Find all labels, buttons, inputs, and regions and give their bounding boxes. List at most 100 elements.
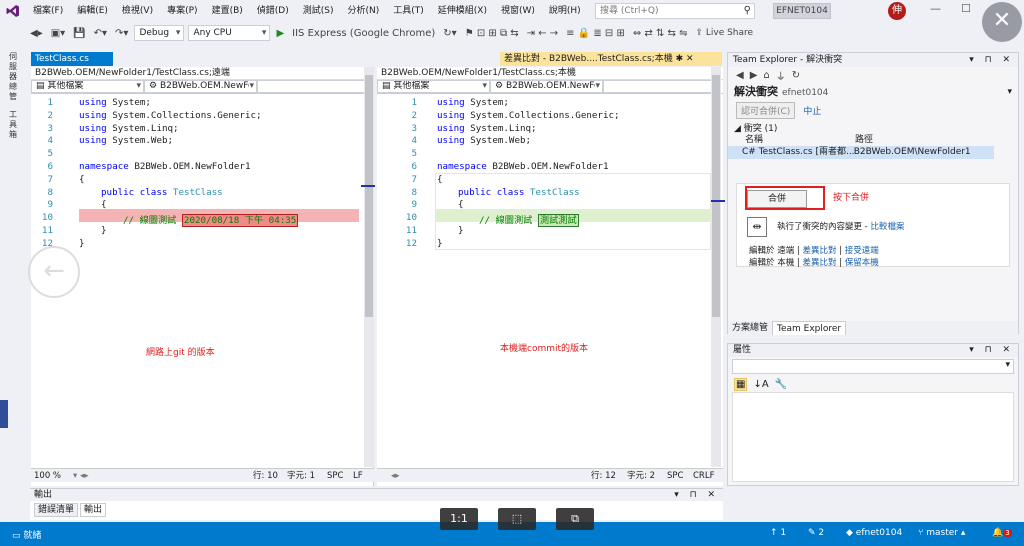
right-type-select[interactable]: ⚙ B2BWeb.OEM.NewFo bbox=[490, 80, 603, 93]
menu-tools[interactable]: 工具(T) bbox=[386, 0, 431, 22]
repo-name[interactable]: ◆ efnet0104 bbox=[846, 528, 902, 538]
wrench-icon[interactable]: 🔧 bbox=[775, 379, 787, 390]
diff-options-icons[interactable]: ≡ 🔒 ≣ ⊟ ⊞ bbox=[564, 28, 627, 39]
accept-merge-button[interactable]: 認可合併(C) bbox=[736, 101, 796, 119]
panel-pin-icons[interactable]: ▾ ⊓ ✕ bbox=[969, 344, 1014, 357]
plug-icon[interactable]: ⏚ bbox=[776, 68, 786, 83]
right-member-select[interactable] bbox=[603, 80, 721, 93]
format-icons[interactable]: ⇔ ⇄ ⇅ ⇆ ⇋ bbox=[631, 28, 690, 39]
expand-icon: ◢ bbox=[734, 124, 744, 134]
menu-project[interactable]: 專案(P) bbox=[160, 0, 204, 22]
properties-panel: 屬性 ▾ ⊓ ✕ ▦ ↓A 🔧 bbox=[727, 343, 1019, 486]
scroll-thumb[interactable] bbox=[712, 75, 720, 317]
compare-nav-icons[interactable]: ⇥ ← → bbox=[525, 28, 561, 39]
conflict-file-path: B2BWeb.OEM\NewFolder1 bbox=[853, 147, 971, 157]
sort-alpha-icon[interactable]: ↓A bbox=[753, 379, 768, 390]
menu-test[interactable]: 測試(S) bbox=[296, 0, 341, 22]
menu-analyze[interactable]: 分析(N) bbox=[340, 0, 386, 22]
remote-diff-link[interactable]: 差異比對 bbox=[802, 246, 836, 256]
tab-solution-explorer[interactable]: 方案總管 bbox=[728, 321, 772, 335]
pending-edits[interactable]: ✎ 2 bbox=[808, 528, 824, 538]
menu-debug[interactable]: 偵錯(D) bbox=[250, 0, 296, 22]
local-diff-link[interactable]: 差異比對 bbox=[802, 258, 836, 268]
run-icon[interactable]: ▶ bbox=[274, 28, 286, 39]
right-project-select[interactable]: ▤ 其他檔案 bbox=[377, 80, 490, 93]
menu-extensions[interactable]: 延伸模組(X) bbox=[431, 0, 494, 22]
maximize-icon[interactable]: ☐ bbox=[961, 2, 971, 15]
open-window-button[interactable]: ⧉ bbox=[556, 508, 594, 530]
categorized-icon[interactable]: ▦ bbox=[734, 377, 748, 391]
menu-build[interactable]: 建置(B) bbox=[205, 0, 250, 22]
branch-name[interactable]: ⑂ master ▴ bbox=[918, 528, 965, 538]
menu-file[interactable]: 檔案(F) bbox=[26, 0, 70, 22]
push-count[interactable]: ↑ 1 bbox=[770, 528, 786, 538]
notifications[interactable]: 🔔 3 bbox=[992, 528, 1012, 538]
menu-view[interactable]: 檢視(V) bbox=[115, 0, 160, 22]
team-explorer-toolbar: ◀ ▶ ⌂ ⏚ ↻ bbox=[728, 67, 1018, 83]
tab-output[interactable]: 輸出 bbox=[80, 503, 107, 517]
server-explorer-tab[interactable]: 伺服器總管 bbox=[9, 52, 20, 102]
avatar[interactable]: 伸 bbox=[888, 2, 906, 20]
back-icon[interactable]: ◀ bbox=[736, 70, 744, 81]
save-icon[interactable]: 💾 bbox=[71, 28, 87, 39]
h-scrollbar[interactable]: ◂▸ bbox=[377, 469, 591, 482]
code-line: using System; bbox=[79, 97, 151, 108]
code-line: namespace B2BWeb.OEM.NewFolder1 bbox=[79, 161, 251, 172]
minimize-icon[interactable]: — bbox=[930, 2, 941, 15]
prev-arrow-icon[interactable]: ← bbox=[28, 246, 80, 298]
panel-pin-icons[interactable]: ▾ ⊓ ✕ bbox=[969, 53, 1014, 67]
right-code-editor[interactable]: 1 2 3 4 5 6 7 8 9 10 11 12 using System;… bbox=[377, 97, 711, 457]
tab-testclass[interactable]: TestClass.cs bbox=[31, 52, 113, 66]
tab-team-explorer[interactable]: Team Explorer bbox=[772, 321, 847, 335]
accept-remote-link[interactable]: 接受遠端 bbox=[845, 246, 879, 256]
conflicts-header[interactable]: ◢ 衝突 (1) bbox=[728, 123, 1018, 135]
forward-icon[interactable]: ▶ bbox=[750, 70, 758, 81]
refresh-icon[interactable]: ↻▾ bbox=[441, 28, 458, 39]
menu-edit[interactable]: 編輯(E) bbox=[70, 0, 115, 22]
left-code-editor[interactable]: 1 2 3 4 5 6 7 8 9 10 11 12 using System;… bbox=[31, 97, 364, 457]
conflict-row[interactable]: C# TestClass.cs [兩者都...B2BWeb.OEM\NewFol… bbox=[728, 146, 994, 159]
scroll-thumb[interactable] bbox=[365, 75, 373, 317]
line-number: 10 bbox=[41, 212, 53, 224]
zoom-level[interactable]: 100 % bbox=[31, 469, 73, 482]
chevron-down-icon[interactable]: ▾ bbox=[1007, 83, 1012, 101]
compare-files-link[interactable]: 比較檔案 bbox=[870, 222, 904, 232]
panel-pin-icons[interactable]: ▾ ⊓ ✕ bbox=[674, 489, 719, 501]
undo-icon[interactable]: ↶▾ bbox=[92, 28, 109, 39]
left-vertical-scrollbar[interactable] bbox=[364, 67, 374, 467]
search-input[interactable]: 搜尋 (Ctrl+Q) ⚲ bbox=[595, 3, 755, 19]
menu-window[interactable]: 視窗(W) bbox=[494, 0, 542, 22]
merge-highlight-box bbox=[745, 186, 825, 210]
left-project-select[interactable]: ▤ 其他檔案 bbox=[31, 80, 144, 93]
tab-error-list[interactable]: 錯誤清單 bbox=[34, 503, 79, 517]
actual-size-button[interactable]: 1:1 bbox=[440, 508, 478, 530]
object-select[interactable] bbox=[732, 359, 1014, 374]
h-scrollbar[interactable]: ▾ ◂▸ bbox=[73, 469, 253, 482]
left-tool-strip: 伺服器總管 工具箱 bbox=[0, 46, 30, 524]
redo-icon[interactable]: ↷▾ bbox=[113, 28, 130, 39]
tab-diff-compare[interactable]: 差異比對 - B2BWeb....TestClass.cs;本機 ✱ ✕ bbox=[500, 52, 722, 66]
left-type-select[interactable]: ⚙ B2BWeb.OEM.NewFo bbox=[144, 80, 257, 93]
live-share-button[interactable]: ⇪ Live Share bbox=[693, 28, 755, 38]
right-vertical-scrollbar[interactable] bbox=[711, 67, 721, 467]
refresh-icon[interactable]: ↻ bbox=[792, 70, 800, 81]
keep-local-link[interactable]: 保留本機 bbox=[845, 258, 879, 268]
new-project-icon[interactable]: ▣▾ bbox=[49, 28, 67, 39]
abort-link[interactable]: 中止 bbox=[803, 104, 821, 117]
toolbox-tab[interactable]: 工具箱 bbox=[9, 110, 20, 140]
tools-icons[interactable]: ⚑ ⊡ ⊞ ⧉ ⇆ bbox=[463, 28, 521, 39]
platform-select[interactable]: Any CPU bbox=[188, 25, 271, 41]
run-target-label[interactable]: IIS Express (Google Chrome) bbox=[290, 28, 437, 39]
menu-help[interactable]: 說明(H) bbox=[542, 0, 588, 22]
window-controls: — ☐ bbox=[930, 2, 971, 15]
close-overlay-icon[interactable]: ✕ bbox=[982, 2, 1022, 42]
arrow-up-icon: ↑ bbox=[770, 528, 781, 538]
configuration-select[interactable]: Debug bbox=[134, 25, 185, 41]
fit-screen-button[interactable]: ⬚ bbox=[498, 508, 536, 530]
repo-name-text: efnet0104 bbox=[855, 528, 903, 538]
home-icon[interactable]: ⌂ bbox=[763, 70, 769, 81]
side-collapse-handle[interactable] bbox=[0, 400, 8, 428]
nav-back-icon[interactable]: ◀▸ bbox=[28, 28, 45, 39]
left-member-select[interactable] bbox=[257, 80, 372, 93]
char-indicator: 字元: 1 bbox=[287, 471, 315, 481]
